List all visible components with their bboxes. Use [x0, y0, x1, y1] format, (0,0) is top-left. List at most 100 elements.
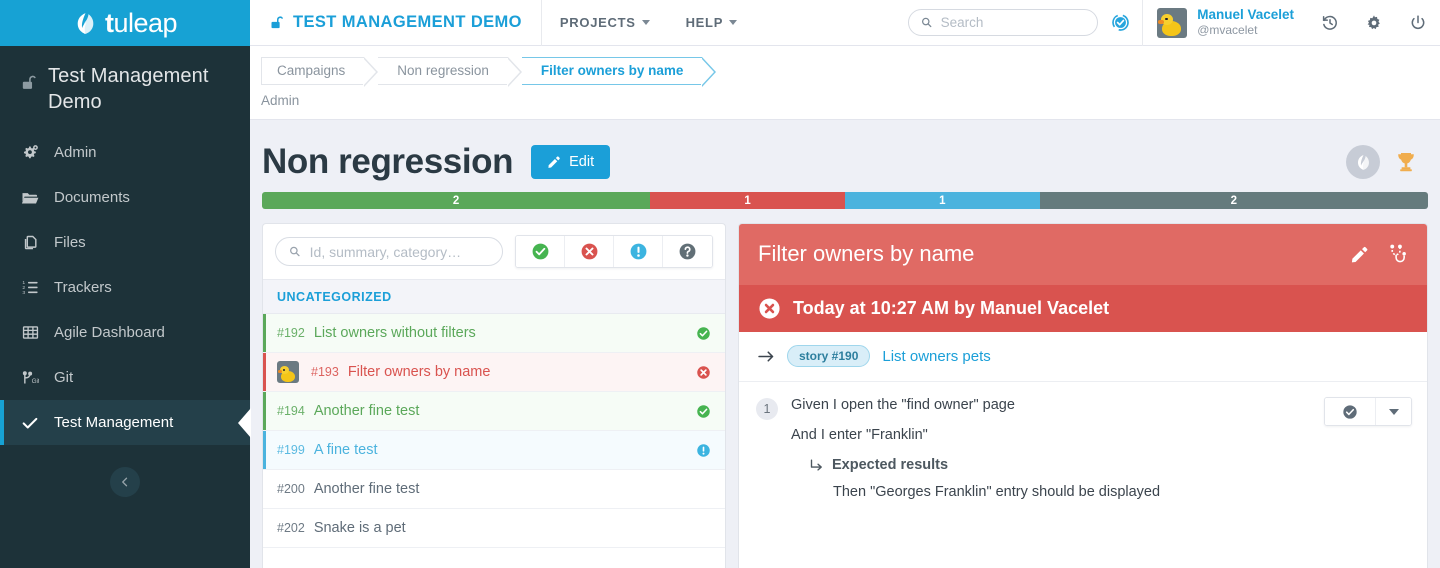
edit-button[interactable]: Edit — [531, 145, 611, 179]
test-name: Snake is a pet — [313, 520, 406, 536]
test-detail-status: Today at 10:27 AM by Manuel Vacelet — [739, 285, 1427, 332]
question-circle-icon — [679, 243, 696, 260]
step-status-dropdown-button[interactable] — [1375, 398, 1411, 425]
avatar — [277, 361, 299, 383]
story-badge[interactable]: story #190 — [787, 345, 871, 367]
filter-blocked-button[interactable] — [614, 236, 663, 267]
table-row[interactable]: #192 List owners without filters — [263, 314, 725, 353]
filter-passed-button[interactable] — [516, 236, 565, 267]
sidebar-item-test-management[interactable]: Test Management — [0, 400, 250, 445]
times-circle-icon — [581, 243, 597, 260]
search-input[interactable] — [940, 15, 1086, 30]
navbar-project-link[interactable]: TEST MANAGEMENT DEMO — [250, 0, 542, 46]
table-row[interactable]: #199 A fine test — [263, 431, 725, 470]
platform-badge-button[interactable] — [1098, 0, 1142, 46]
table-row[interactable]: #202 Snake is a pet — [263, 509, 725, 548]
sidebar-item-label: Trackers — [54, 279, 112, 296]
sidebar-item-label: Admin — [54, 144, 97, 161]
test-list-toolbar — [263, 224, 725, 279]
caret-down-icon — [1388, 408, 1399, 415]
logout-button[interactable] — [1396, 0, 1440, 46]
pencil-icon[interactable] — [1350, 245, 1369, 264]
step-action-group — [1324, 397, 1412, 426]
test-name: List owners without filters — [313, 325, 476, 341]
step-line-2: And I enter "Franklin" — [791, 427, 928, 443]
breadcrumb-label: Filter owners by name — [540, 63, 684, 78]
expected-results-label: Expected results — [832, 457, 949, 473]
test-id: #199 — [277, 443, 305, 457]
test-detail-header: Filter owners by name — [739, 224, 1427, 285]
sidebar-item-trackers[interactable]: 1 2 3 Trackers — [0, 265, 250, 310]
progress-segment-count: 1 — [744, 194, 751, 207]
step-number: 1 — [756, 398, 778, 420]
sidebar-collapse-button[interactable] — [110, 467, 140, 497]
ordered-list-icon: 1 2 3 — [20, 279, 40, 296]
app-root: tuleap Test Management Demo Admin Docume… — [0, 0, 1440, 568]
history-button[interactable] — [1308, 0, 1352, 46]
navbar-menu-label: HELP — [685, 15, 724, 30]
test-id: #192 — [277, 326, 305, 340]
table-row[interactable]: #193 Filter owners by name — [263, 353, 725, 392]
test-search-input[interactable] — [309, 243, 489, 260]
page-title-actions — [1346, 145, 1428, 179]
trophy-icon[interactable] — [1394, 150, 1418, 174]
progress-segment-notrun[interactable]: 2 — [1039, 192, 1428, 209]
sidebar-item-label: Agile Dashboard — [54, 324, 165, 341]
exclamation-circle-icon — [630, 243, 646, 260]
sidebar-item-admin[interactable]: Admin — [0, 130, 250, 175]
breadcrumb-item-current[interactable]: Filter owners by name — [521, 56, 716, 87]
step-line-1: Given I open the "find owner" page — [791, 397, 1015, 413]
exclamation-circle-icon — [697, 443, 710, 457]
check-circle-icon — [532, 243, 548, 260]
table-row[interactable]: #200 Another fine test — [263, 470, 725, 509]
test-search-box[interactable] — [275, 237, 503, 266]
global-search-box[interactable] — [908, 9, 1099, 36]
svg-text:Git: Git — [31, 378, 38, 385]
edit-button-label: Edit — [569, 154, 595, 170]
sidebar-item-agile-dashboard[interactable]: Agile Dashboard — [0, 310, 250, 355]
pencil-icon — [548, 156, 560, 168]
check-circle-icon — [1343, 404, 1357, 419]
user-handle: @mvacelet — [1197, 23, 1258, 38]
story-link[interactable]: List owners pets — [882, 348, 990, 365]
breadcrumb-bar: Campaigns Non regression Filter owners b… — [250, 46, 1440, 120]
table-row[interactable]: #194 Another fine test — [263, 392, 725, 431]
step-mark-passed-button[interactable] — [1325, 398, 1375, 425]
campaign-progress-bar: 2 1 1 2 — [262, 192, 1428, 209]
breadcrumb-item-non-regression[interactable]: Non regression — [378, 56, 522, 87]
avatar — [1157, 7, 1188, 38]
breadcrumb-label: Campaigns — [277, 63, 346, 78]
power-icon — [1411, 14, 1425, 29]
progress-segment-failed[interactable]: 1 — [650, 192, 845, 209]
progress-segment-count: 2 — [452, 194, 460, 207]
test-name: A fine test — [313, 442, 378, 458]
sidebar-item-files[interactable]: Files — [0, 220, 250, 265]
progress-segment-blocked[interactable]: 1 — [844, 192, 1040, 209]
user-menu[interactable]: Manuel Vacelet @mvacelet — [1142, 0, 1308, 46]
settings-button[interactable] — [1352, 0, 1396, 46]
page-title-row: Non regression Edit — [250, 120, 1440, 182]
sidebar-project-name: Test Management Demo — [48, 65, 209, 113]
tuleap-leaf-icon — [77, 12, 94, 34]
check-circle-icon — [697, 326, 710, 340]
gear-icon — [1367, 14, 1380, 29]
test-status-icon — [696, 365, 711, 380]
test-detail-title: Filter owners by name — [758, 241, 975, 266]
tuleap-leaf-badge-icon[interactable] — [1346, 145, 1380, 179]
progress-segment-passed[interactable]: 2 — [262, 192, 651, 209]
sidebar-item-documents[interactable]: Documents — [0, 175, 250, 220]
top-navbar: TEST MANAGEMENT DEMO PROJECTS HELP Searc… — [250, 0, 1440, 46]
check-icon — [20, 414, 40, 432]
filter-notrun-button[interactable] — [663, 236, 712, 267]
sidebar-logo[interactable]: tuleap — [0, 0, 250, 46]
breadcrumb-item-campaigns[interactable]: Campaigns — [261, 56, 379, 87]
test-status-icon — [696, 443, 711, 458]
filter-failed-button[interactable] — [565, 236, 614, 267]
navbar-menu-help[interactable]: HELP — [668, 0, 755, 46]
stethoscope-icon[interactable] — [1387, 244, 1408, 265]
sidebar-item-git[interactable]: Git Git — [0, 355, 250, 400]
tuleap-badge-icon — [1111, 14, 1129, 31]
navbar-menu-projects[interactable]: PROJECTS — [542, 0, 668, 46]
times-circle-icon — [759, 298, 780, 319]
chevron-left-icon — [122, 477, 128, 487]
